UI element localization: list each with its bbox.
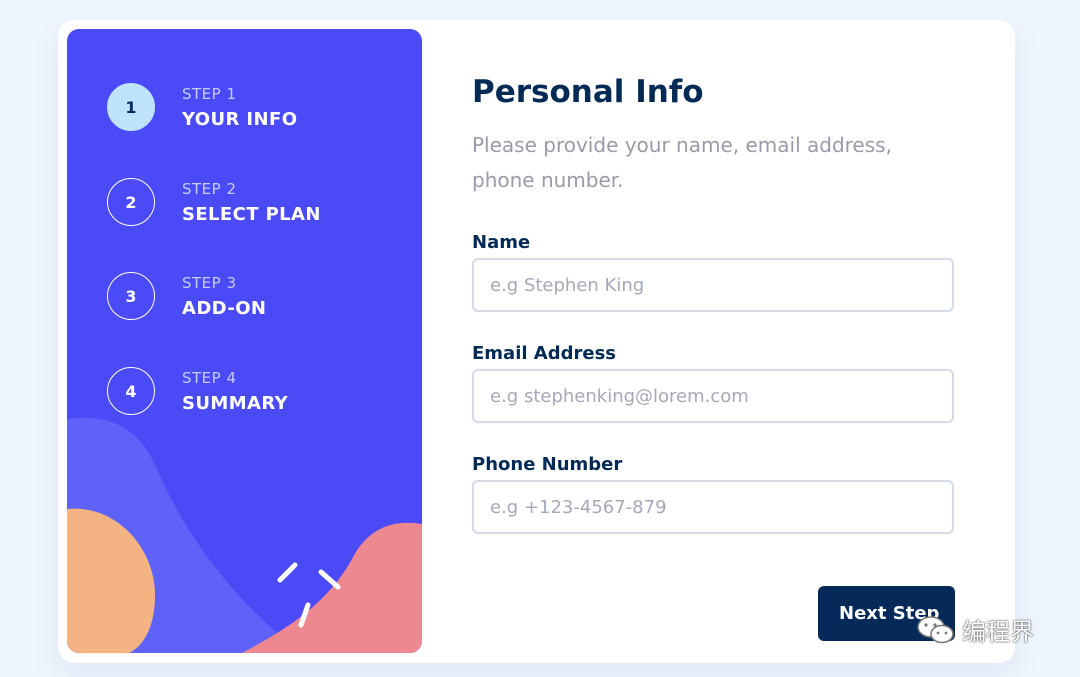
step-2-title: SELECT PLAN bbox=[182, 204, 321, 225]
step-3-label: STEP 3 bbox=[182, 274, 237, 292]
step-4-label: STEP 4 bbox=[182, 369, 237, 387]
watermark-text: 编程界 bbox=[962, 618, 1034, 646]
page-title: Personal Info bbox=[472, 74, 704, 110]
page-subtitle: Please provide your name, email address,… bbox=[472, 133, 892, 192]
phone-input[interactable] bbox=[472, 480, 954, 534]
name-input[interactable] bbox=[472, 258, 954, 312]
email-label: Email Address bbox=[472, 343, 617, 364]
step-sidebar: 1 STEP 1 YOUR INFO 2 STEP 2 SELECT PLAN … bbox=[67, 29, 422, 653]
step-4-circle: 4 bbox=[107, 367, 155, 415]
step-1-circle: 1 bbox=[107, 83, 155, 131]
wechat-icon bbox=[917, 615, 954, 643]
step-3-circle: 3 bbox=[107, 272, 155, 320]
step-3[interactable]: 3 STEP 3 ADD-ON bbox=[107, 272, 407, 324]
step-2-circle: 2 bbox=[107, 178, 155, 226]
email-input[interactable] bbox=[472, 369, 954, 423]
step-1[interactable]: 1 STEP 1 YOUR INFO bbox=[107, 83, 407, 135]
step-4-title: SUMMARY bbox=[182, 393, 289, 414]
name-label: Name bbox=[472, 232, 531, 253]
step-1-label: STEP 1 bbox=[182, 85, 237, 103]
phone-label: Phone Number bbox=[472, 454, 623, 475]
step-3-title: ADD-ON bbox=[182, 298, 267, 319]
step-2-label: STEP 2 bbox=[182, 180, 237, 198]
watermark: 编程界 bbox=[916, 612, 1034, 647]
step-1-title: YOUR INFO bbox=[182, 109, 298, 130]
step-2[interactable]: 2 STEP 2 SELECT PLAN bbox=[107, 178, 407, 230]
step-4[interactable]: 4 STEP 4 SUMMARY bbox=[107, 367, 407, 419]
